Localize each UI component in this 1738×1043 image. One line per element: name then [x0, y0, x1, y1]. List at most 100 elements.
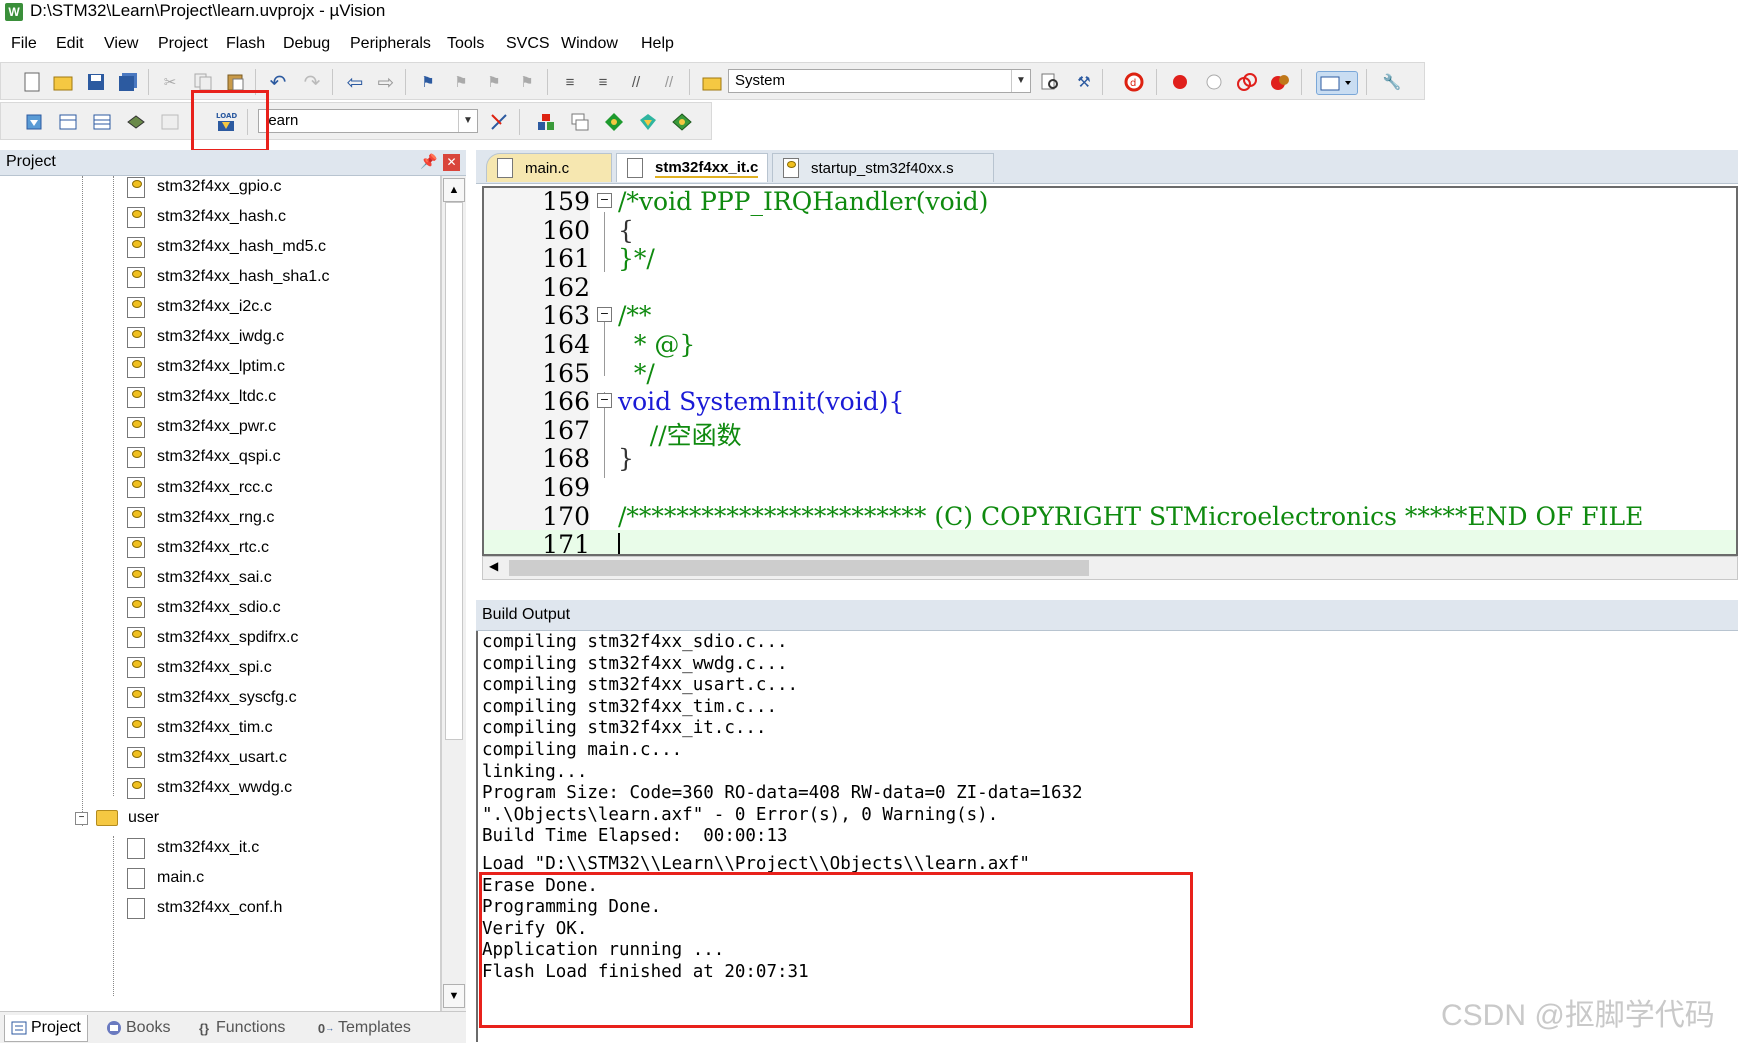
tree-file-item[interactable]: stm32f4xx_tim.c: [127, 715, 273, 741]
tab-startup-stm32f40xx-s[interactable]: startup_stm32f40xx.s: [772, 153, 994, 182]
code-line[interactable]: 163−/**: [484, 301, 1736, 330]
fold-toggle-icon[interactable]: −: [597, 393, 612, 409]
tree-file-item[interactable]: stm32f4xx_iwdg.c: [127, 324, 284, 350]
tree-file-item[interactable]: stm32f4xx_conf.h: [127, 895, 282, 921]
incremental-find-icon[interactable]: ⚒: [1073, 71, 1095, 93]
collapse-toggle[interactable]: −: [75, 812, 88, 826]
code-line[interactable]: 162: [484, 273, 1736, 302]
tab-templates[interactable]: 0 → Templates: [318, 1015, 411, 1041]
unindent-icon[interactable]: ≡: [592, 71, 614, 93]
code-line[interactable]: 166− void SystemInit(void){: [484, 387, 1736, 416]
scrollbar-thumb[interactable]: [445, 202, 463, 740]
code-line[interactable]: 168}: [484, 444, 1736, 473]
editor-horizontal-scrollbar[interactable]: ◀: [482, 556, 1738, 580]
tree-file-item[interactable]: stm32f4xx_rtc.c: [127, 535, 269, 561]
open-file-icon[interactable]: [52, 71, 74, 93]
menu-file[interactable]: File: [11, 35, 37, 53]
manage-project-items-icon[interactable]: [535, 111, 557, 133]
tree-file-item[interactable]: stm32f4xx_sai.c: [127, 565, 272, 591]
batch-build-icon[interactable]: [125, 111, 147, 133]
tree-file-item[interactable]: stm32f4xx_sdio.c: [127, 595, 281, 621]
code-editor[interactable]: 159−/*void PPP_IRQHandler(void) 160{161}*…: [482, 186, 1738, 556]
tab-functions[interactable]: {} Functions: [196, 1015, 285, 1041]
tree-file-item[interactable]: stm32f4xx_hash_md5.c: [127, 234, 326, 260]
chevron-down-icon[interactable]: ▼: [1011, 70, 1030, 92]
debug-session-icon[interactable]: d: [1123, 71, 1145, 93]
rebuild-icon[interactable]: [91, 111, 113, 133]
menu-view[interactable]: View: [104, 35, 138, 53]
code-line[interactable]: 169: [484, 473, 1736, 502]
find-combo[interactable]: System ▼: [728, 69, 1031, 93]
tree-file-item[interactable]: stm32f4xx_wwdg.c: [127, 775, 292, 801]
scroll-left-icon[interactable]: ◀: [489, 559, 498, 573]
tree-file-item[interactable]: stm32f4xx_rcc.c: [127, 475, 273, 501]
navigate-back-icon[interactable]: ⇦: [344, 71, 366, 94]
chevron-down-icon[interactable]: ▼: [458, 110, 477, 132]
bookmark-icon[interactable]: ⚑: [417, 71, 439, 93]
tree-file-item[interactable]: stm32f4xx_qspi.c: [127, 444, 281, 470]
menu-window[interactable]: Window: [561, 35, 618, 53]
tree-group-user[interactable]: user: [96, 805, 159, 831]
scroll-up-icon[interactable]: ▲: [443, 178, 465, 202]
build-icon[interactable]: [57, 111, 79, 133]
tree-file-item[interactable]: stm32f4xx_pwr.c: [127, 414, 276, 440]
tree-file-item[interactable]: stm32f4xx_usart.c: [127, 745, 287, 771]
enable-breakpoint-icon[interactable]: [1203, 71, 1225, 93]
redo-icon[interactable]: ↷: [301, 71, 323, 94]
menu-peripherals[interactable]: Peripherals: [350, 35, 431, 53]
tree-file-item[interactable]: stm32f4xx_gpio.c: [127, 174, 282, 200]
menu-tools[interactable]: Tools: [447, 35, 484, 53]
find-in-files-icon[interactable]: [701, 71, 723, 93]
code-line[interactable]: 167 //空函数: [484, 416, 1736, 450]
scrollbar-thumb[interactable]: [509, 560, 1089, 576]
menu-project[interactable]: Project: [158, 35, 208, 53]
kill-breakpoints-icon[interactable]: [1269, 71, 1291, 93]
code-line[interactable]: 170 /************************ (C) COPYRIG…: [484, 502, 1736, 531]
undo-icon[interactable]: ↶: [267, 71, 289, 94]
software-packs-icon[interactable]: [671, 111, 693, 133]
tree-file-item[interactable]: main.c: [127, 865, 204, 891]
tree-file-item[interactable]: stm32f4xx_rng.c: [127, 505, 274, 531]
tab-project[interactable]: Project: [4, 1015, 88, 1042]
cut-icon[interactable]: ✂: [159, 71, 181, 93]
tree-file-item[interactable]: stm32f4xx_syscfg.c: [127, 685, 297, 711]
window-layout-icon[interactable]: [1316, 71, 1358, 95]
tree-file-item[interactable]: stm32f4xx_hash.c: [127, 204, 286, 230]
fold-toggle-icon[interactable]: −: [597, 307, 612, 323]
tree-file-item[interactable]: stm32f4xx_ltdc.c: [127, 384, 276, 410]
tree-file-item[interactable]: stm32f4xx_hash_sha1.c: [127, 264, 330, 290]
disable-breakpoints-icon[interactable]: [1236, 71, 1258, 93]
code-line[interactable]: 159−/*void PPP_IRQHandler(void): [484, 188, 1736, 216]
indent-icon[interactable]: ≡: [559, 71, 581, 93]
tree-file-item[interactable]: stm32f4xx_lptim.c: [127, 354, 285, 380]
navigate-forward-icon[interactable]: ⇨: [375, 71, 397, 94]
uncomment-icon[interactable]: //: [658, 71, 680, 93]
prev-bookmark-icon[interactable]: ⚑: [450, 71, 472, 93]
tab-stm32f4xx-it-c[interactable]: stm32f4xx_it.c: [616, 153, 768, 182]
new-file-icon[interactable]: [21, 71, 43, 93]
menu-debug[interactable]: Debug: [283, 35, 330, 53]
pack-installer-icon[interactable]: [637, 111, 659, 133]
scroll-down-icon[interactable]: ▼: [443, 984, 465, 1008]
save-icon[interactable]: [85, 71, 107, 93]
stop-build-icon[interactable]: [159, 111, 181, 133]
manage-run-time-environment-icon[interactable]: [603, 111, 625, 133]
tree-file-item[interactable]: stm32f4xx_i2c.c: [127, 294, 272, 320]
select-packs-icon[interactable]: [569, 111, 591, 133]
tree-file-item[interactable]: stm32f4xx_spdifrx.c: [127, 625, 298, 651]
comment-icon[interactable]: //: [625, 71, 647, 93]
code-line[interactable]: 160 {: [484, 216, 1736, 245]
find-icon[interactable]: [1039, 71, 1061, 93]
menu-svcs[interactable]: SVCS: [506, 35, 550, 53]
code-line[interactable]: 171: [484, 530, 1736, 554]
menu-edit[interactable]: Edit: [56, 35, 84, 53]
save-all-icon[interactable]: [117, 71, 139, 93]
tab-books[interactable]: Books: [106, 1015, 170, 1041]
tree-file-item[interactable]: stm32f4xx_spi.c: [127, 655, 272, 681]
code-line[interactable]: 161}*/: [484, 244, 1736, 273]
next-bookmark-icon[interactable]: ⚑: [483, 71, 505, 93]
clear-bookmarks-icon[interactable]: ⚑: [516, 71, 538, 93]
project-tree-scrollbar[interactable]: ▲ ▼: [441, 176, 466, 1011]
options-for-target-icon[interactable]: [488, 111, 510, 133]
code-line[interactable]: 165 */: [484, 359, 1736, 388]
